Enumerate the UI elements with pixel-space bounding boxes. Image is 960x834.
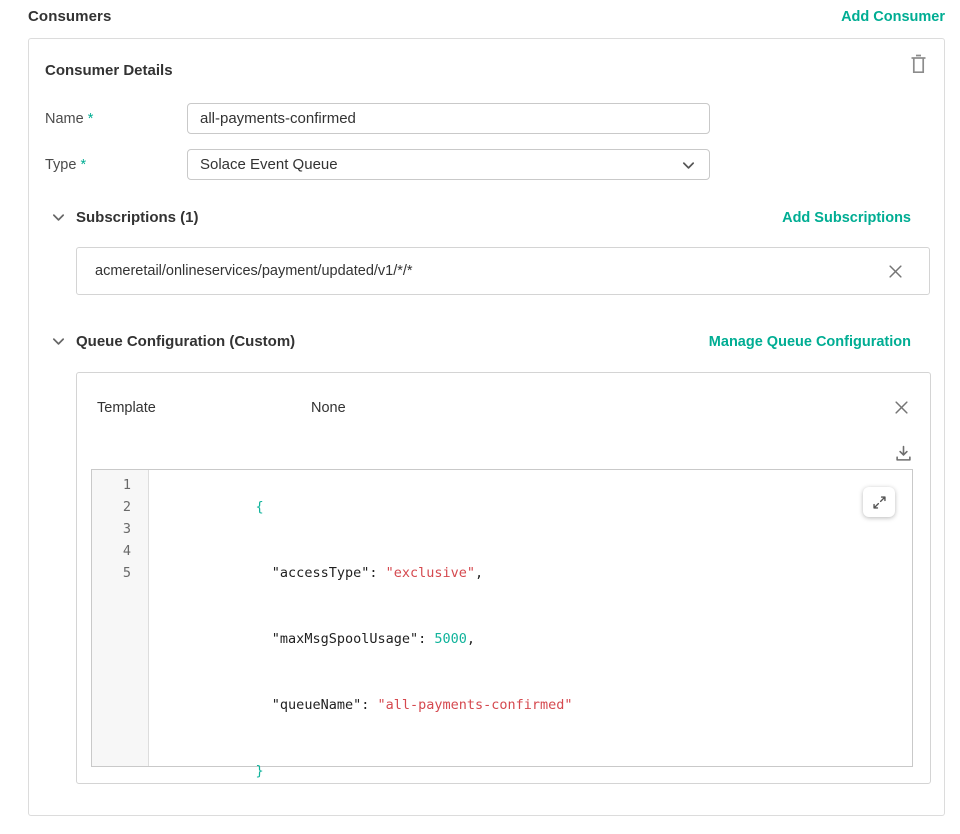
consumer-details-heading: Consumer Details xyxy=(45,39,928,79)
template-row: Template None xyxy=(77,373,930,416)
line-number: 3 xyxy=(92,518,131,540)
page-title: Consumers xyxy=(28,8,111,25)
required-marker: * xyxy=(80,157,86,173)
chevron-down-icon xyxy=(51,334,66,349)
line-number: 5 xyxy=(92,562,131,584)
required-marker: * xyxy=(88,111,94,127)
add-subscriptions-button[interactable]: Add Subscriptions xyxy=(782,210,928,226)
remove-subscription-button[interactable] xyxy=(887,263,903,279)
line-number: 4 xyxy=(92,540,131,562)
type-select[interactable]: Solace Event Queue xyxy=(187,149,710,180)
subscriptions-collapse-toggle[interactable] xyxy=(50,209,67,226)
queue-config-title: Queue Configuration (Custom) xyxy=(76,333,295,350)
editor-line-number-gutter: 1 2 3 4 5 xyxy=(92,470,149,766)
code-line: { xyxy=(158,474,912,540)
code-line: "maxMsgSpoolUsage": 5000, xyxy=(158,606,912,672)
delete-consumer-button[interactable] xyxy=(907,52,929,76)
name-input[interactable] xyxy=(187,103,710,134)
chevron-down-icon xyxy=(51,210,66,225)
expand-editor-button[interactable] xyxy=(863,487,895,517)
queue-config-code-editor: 1 2 3 4 5 { "accessType": "exclusive", "… xyxy=(91,469,913,767)
close-icon xyxy=(888,264,903,279)
template-value: None xyxy=(311,400,346,416)
code-line: "accessType": "exclusive", xyxy=(158,540,912,606)
download-config-button[interactable] xyxy=(894,444,912,462)
download-icon xyxy=(895,445,912,462)
add-consumer-button[interactable]: Add Consumer xyxy=(841,9,945,25)
type-label: Type * xyxy=(45,157,187,173)
line-number: 1 xyxy=(92,474,131,496)
queue-config-collapse-toggle[interactable] xyxy=(50,333,67,350)
subscription-topic: acmeretail/onlineservices/payment/update… xyxy=(95,263,413,279)
line-number: 2 xyxy=(92,496,131,518)
queue-config-section-header: Queue Configuration (Custom) Manage Queu… xyxy=(45,333,928,350)
code-edit-area[interactable]: { "accessType": "exclusive", "maxMsgSpoo… xyxy=(149,470,912,766)
name-field-row: Name * xyxy=(45,103,928,134)
name-label: Name * xyxy=(45,111,187,127)
trash-icon xyxy=(910,54,927,74)
manage-queue-configuration-button[interactable]: Manage Queue Configuration xyxy=(709,334,928,350)
subscription-row: acmeretail/onlineservices/payment/update… xyxy=(76,247,930,295)
subscriptions-title: Subscriptions (1) xyxy=(76,209,199,226)
chevron-down-icon xyxy=(681,158,696,173)
subscriptions-section-header: Subscriptions (1) Add Subscriptions xyxy=(45,209,928,226)
template-label: Template xyxy=(97,400,311,416)
page-header: Consumers Add Consumer xyxy=(28,6,945,27)
clear-template-button[interactable] xyxy=(893,399,909,415)
expand-icon xyxy=(872,495,887,510)
type-select-value: Solace Event Queue xyxy=(200,156,338,173)
consumers-page: Consumers Add Consumer Consumer Details … xyxy=(0,0,960,816)
code-line: "queueName": "all-payments-confirmed" xyxy=(158,672,912,738)
close-icon xyxy=(894,400,909,415)
queue-config-box: Template None xyxy=(76,372,931,784)
consumer-card: Consumer Details Name * Type * Solace Ev… xyxy=(28,38,945,816)
code-line: } xyxy=(158,738,912,804)
type-field-row: Type * Solace Event Queue xyxy=(45,149,928,180)
